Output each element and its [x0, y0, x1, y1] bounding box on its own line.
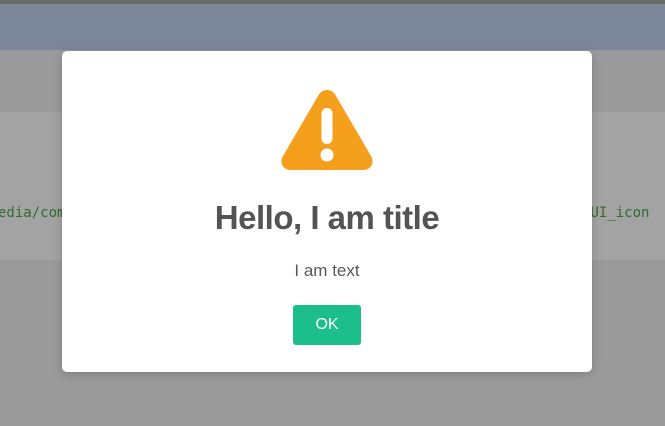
page-header — [0, 4, 665, 50]
dialog-text: I am text — [294, 261, 360, 280]
code-snippet-left: edia/com — [0, 205, 66, 221]
code-snippet-right: _UI_icon — [582, 205, 650, 221]
dialog-title: Hello, I am title — [214, 199, 440, 236]
alert-dialog: Hello, I am title I am text OK — [62, 51, 592, 372]
ok-button[interactable]: OK — [293, 305, 361, 345]
warning-icon — [281, 90, 373, 170]
